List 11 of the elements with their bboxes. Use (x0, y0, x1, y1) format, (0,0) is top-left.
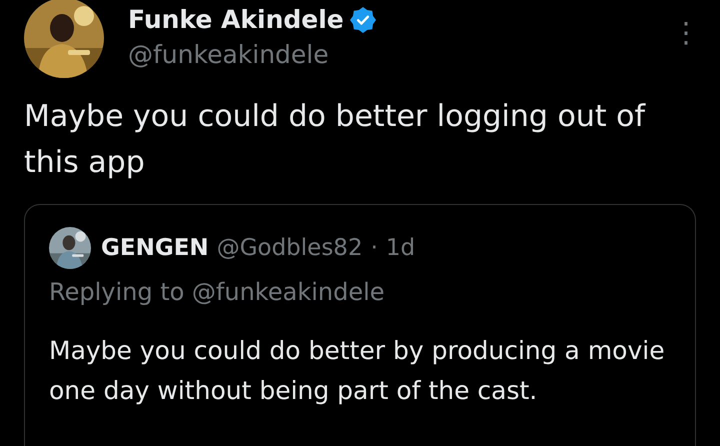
quoted-author-name: GENGEN (101, 235, 209, 261)
quoted-tweet-time: 1d (386, 235, 416, 261)
replying-to-text: Replying to @funkeakindele (49, 277, 386, 308)
separator-dot: · (370, 235, 378, 261)
more-menu-button[interactable]: ⋮ (672, 16, 696, 50)
quoted-tweet-card[interactable]: GENGEN @Godbles82 · 1d Replying to @funkeakindele Maybe you could do better by producing a movie one day without being part of the cast. (24, 204, 696, 446)
quoted-author-handle: @Godbles82 (216, 235, 363, 261)
author-name[interactable]: Funke Akindele (128, 3, 344, 37)
quoted-tweet-text: Maybe you could do better by producing a movie one day without being part of the cast. (49, 335, 666, 407)
author-handle[interactable]: @funkeakindele (128, 37, 648, 73)
tweet-text: Maybe you could do better logging out of this app (24, 98, 647, 182)
